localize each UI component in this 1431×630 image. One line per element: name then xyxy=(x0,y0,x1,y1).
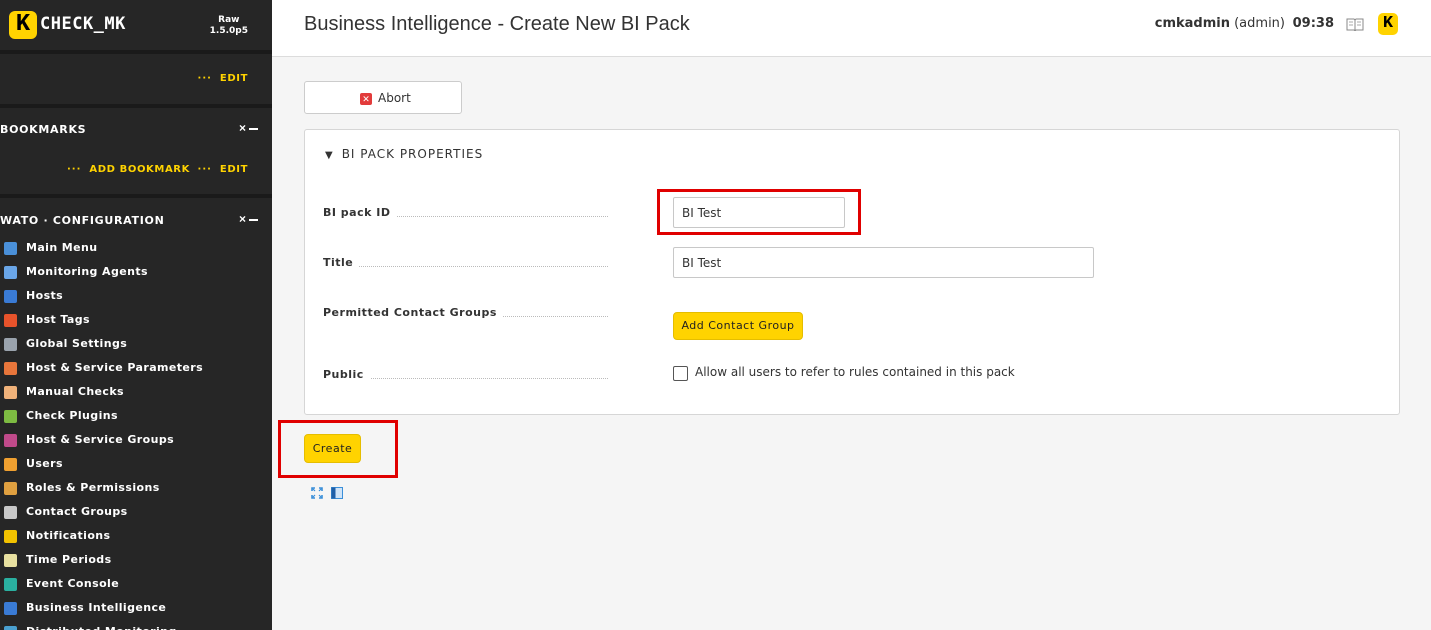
wato-controls: × xyxy=(239,212,258,226)
sidebar-edit-link[interactable]: ··· EDIT xyxy=(198,73,248,84)
sidebar: K CHECK_MK Raw 1.5.0p5 ··· EDIT BOOKMARKS… xyxy=(0,0,272,630)
sidebar-item-host-tags[interactable]: Host Tags xyxy=(4,312,264,330)
highlight-box-create xyxy=(278,420,398,478)
close-icon[interactable]: × xyxy=(239,212,248,226)
sidebar-divider xyxy=(0,194,272,198)
title-label: Title xyxy=(323,256,608,269)
contactgroups-icon xyxy=(4,506,17,519)
title-input[interactable] xyxy=(673,247,1094,278)
sidebar-item-label: Host & Service Groups xyxy=(26,433,175,446)
sidebar-header: K CHECK_MK Raw 1.5.0p5 xyxy=(0,0,272,50)
pack-id-label: BI pack ID xyxy=(323,206,608,219)
page-title: Business Intelligence - Create New BI Pa… xyxy=(304,13,690,35)
sidebar-item-label: Monitoring Agents xyxy=(26,265,148,278)
event-console-icon xyxy=(4,578,17,591)
version-label: 1.5.0p5 xyxy=(209,26,248,36)
sidebar-item-monitoring-agents[interactable]: Monitoring Agents xyxy=(4,264,264,282)
fullscreen-icon[interactable] xyxy=(311,487,323,499)
home-icon xyxy=(4,242,17,255)
bi-icon xyxy=(4,602,17,615)
sidebar-toggle-icon[interactable] xyxy=(331,487,343,499)
sidebar-item-label: Host & Service Parameters xyxy=(26,361,204,374)
sidebar-item-label: Hosts xyxy=(26,289,64,302)
wato-title[interactable]: WATO · CONFIGURATION xyxy=(0,214,164,227)
main-header: Business Intelligence - Create New BI Pa… xyxy=(272,0,1431,57)
sidebar-item-global-settings[interactable]: Global Settings xyxy=(4,336,264,354)
bi-pack-form: ▼ BI PACK PROPERTIES BI pack ID Title Per… xyxy=(304,129,1400,415)
edition-label: Raw xyxy=(218,15,240,25)
bookmarks-edit-link[interactable]: ··· EDIT xyxy=(198,164,248,175)
sidebar-divider xyxy=(0,50,272,54)
sidebar-item-hosts[interactable]: Hosts xyxy=(4,288,264,306)
close-icon[interactable]: × xyxy=(239,121,248,135)
public-label: Public xyxy=(323,368,608,381)
rulesets-icon xyxy=(4,362,17,375)
bookmarks-title[interactable]: BOOKMARKS xyxy=(0,123,86,136)
sidebar-item-label: Distributed Monitoring xyxy=(26,625,177,630)
bookmarks-controls: × xyxy=(239,121,258,135)
close-icon: ✕ xyxy=(360,93,372,105)
sidebar-item-label: Notifications xyxy=(26,529,111,542)
sidebar-item-main-menu[interactable]: Main Menu xyxy=(4,240,264,258)
version-info: Raw 1.5.0p5 xyxy=(210,15,248,37)
sidebar-item-label: Check Plugins xyxy=(26,409,118,422)
hand-icon xyxy=(4,386,17,399)
host-icon xyxy=(4,290,17,303)
public-checkbox[interactable] xyxy=(673,366,688,381)
checkmk-logo-icon[interactable]: K xyxy=(9,11,37,39)
sidebar-item-manual-checks[interactable]: Manual Checks xyxy=(4,384,264,402)
sidebar-item-check-plugins[interactable]: Check Plugins xyxy=(4,408,264,426)
section-title: BI PACK PROPERTIES xyxy=(341,147,484,161)
checkmk-header-logo-icon[interactable]: K xyxy=(1378,13,1398,35)
abort-button[interactable]: ✕ Abort xyxy=(304,81,462,114)
book-icon[interactable] xyxy=(1346,17,1364,31)
sidebar-item-event-console[interactable]: Event Console xyxy=(4,576,264,594)
sidebar-item-time-periods[interactable]: Time Periods xyxy=(4,552,264,570)
sidebar-item-contact-groups[interactable]: Contact Groups xyxy=(4,504,264,522)
sidebar-divider xyxy=(0,104,272,108)
sidebar-item-label: Roles & Permissions xyxy=(26,481,160,494)
contact-groups-label: Permitted Contact Groups xyxy=(323,306,608,319)
puzzle-icon xyxy=(4,410,17,423)
gear-icon xyxy=(4,338,17,351)
sidebar-item-label: Global Settings xyxy=(26,337,128,350)
sidebar-item-host-service-parameters[interactable]: Host & Service Parameters xyxy=(4,360,264,378)
groups-icon xyxy=(4,434,17,447)
sidebar-item-label: Time Periods xyxy=(26,553,112,566)
sidebar-item-notifications[interactable]: Notifications xyxy=(4,528,264,546)
username[interactable]: cmkadmin xyxy=(1155,16,1230,31)
triangle-down-icon[interactable]: ▼ xyxy=(325,150,334,161)
user-role: (admin) xyxy=(1234,16,1285,31)
section-header[interactable]: ▼ BI PACK PROPERTIES xyxy=(325,147,483,161)
bell-icon xyxy=(4,530,17,543)
sidebar-item-host-service-groups[interactable]: Host & Service Groups xyxy=(4,432,264,450)
clock-icon xyxy=(4,554,17,567)
highlight-box-pack-id xyxy=(657,189,861,235)
checkmk-logo-text[interactable]: CHECK_MK xyxy=(40,14,126,34)
add-bookmark-link[interactable]: ··· ADD BOOKMARK xyxy=(67,164,190,175)
sidebar-item-distributed-monitoring[interactable]: Distributed Monitoring xyxy=(4,624,264,630)
sidebar-item-roles-permissions[interactable]: Roles & Permissions xyxy=(4,480,264,498)
agent-icon xyxy=(4,266,17,279)
abort-button-label: Abort xyxy=(378,91,411,105)
sidebar-item-label: Users xyxy=(26,457,63,470)
sidebar-item-business-intelligence[interactable]: Business Intelligence xyxy=(4,600,264,618)
sidebar-item-label: Main Menu xyxy=(26,241,98,254)
tag-icon xyxy=(4,314,17,327)
public-checkbox-label[interactable]: Allow all users to refer to rules contai… xyxy=(695,365,1015,379)
sidebar-item-label: Host Tags xyxy=(26,313,90,326)
distributed-icon xyxy=(4,626,17,630)
add-contact-group-button[interactable]: Add Contact Group xyxy=(673,312,803,340)
sidebar-item-label: Manual Checks xyxy=(26,385,125,398)
minimize-icon[interactable] xyxy=(249,127,258,130)
sidebar-item-label: Contact Groups xyxy=(26,505,128,518)
user-info[interactable]: cmkadmin (admin) xyxy=(1155,16,1285,31)
clock: 09:38 xyxy=(1292,16,1334,31)
minimize-icon[interactable] xyxy=(249,218,258,221)
sidebar-item-label: Event Console xyxy=(26,577,120,590)
sidebar-item-users[interactable]: Users xyxy=(4,456,264,474)
roles-icon xyxy=(4,482,17,495)
sidebar-item-label: Business Intelligence xyxy=(26,601,167,614)
users-icon xyxy=(4,458,17,471)
